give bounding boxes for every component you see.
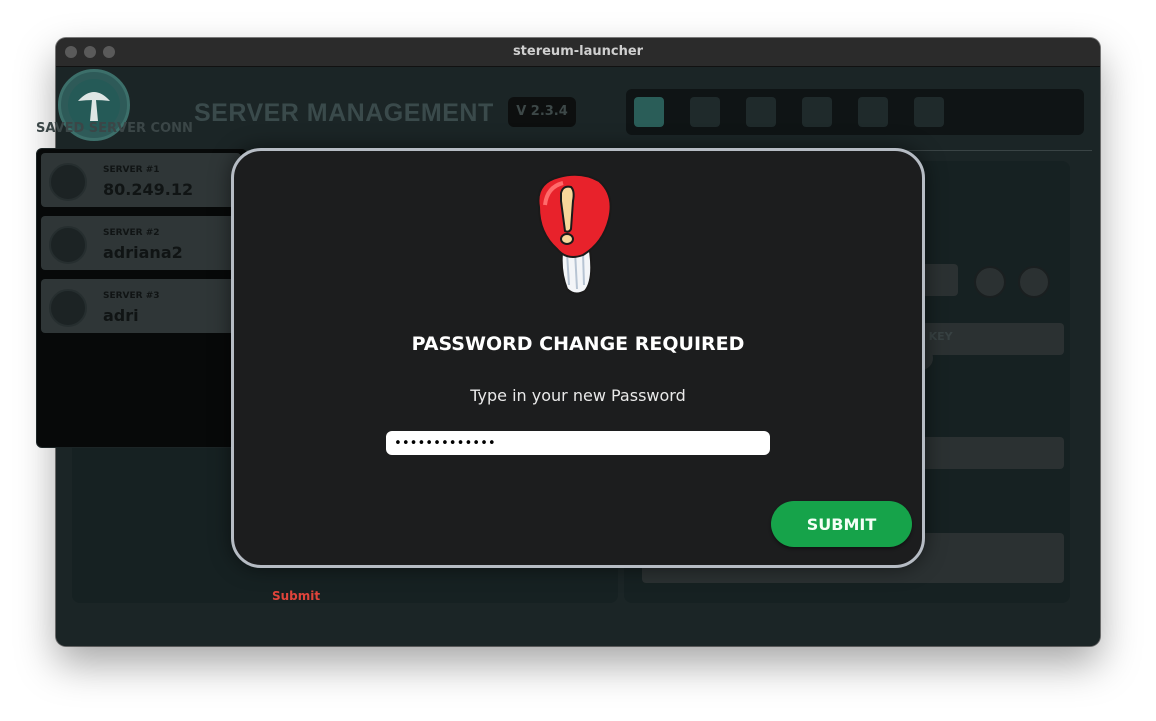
title-bar: stereum-launcher [56, 38, 1100, 67]
server-name: 80.249.12 [103, 180, 194, 199]
add-connection-button[interactable] [1018, 266, 1050, 298]
modal-subtitle: Type in your new Password [470, 386, 686, 405]
server-number: SERVER #3 [103, 291, 160, 301]
new-password-input[interactable] [386, 431, 770, 455]
delete-connection-button[interactable] [974, 266, 1006, 298]
submit-button[interactable]: SUBMIT [771, 501, 912, 547]
folder-nav-icon[interactable] [746, 97, 776, 127]
server-list: SERVER #1 80.249.12 SERVER #2 adriana2 S… [36, 148, 248, 448]
plug-icon [49, 226, 87, 264]
plug-icon [49, 163, 87, 201]
warning-mushroom-icon [529, 173, 617, 299]
gear-nav-icon[interactable] [858, 97, 888, 127]
info-nav-icon[interactable] [690, 97, 720, 127]
edit-nav-icon[interactable] [802, 97, 832, 127]
saved-connections-title: SAVED SERVER CONN [36, 121, 193, 136]
server-list-item[interactable]: SERVER #3 adri [41, 279, 241, 333]
logout-nav-icon[interactable] [914, 97, 944, 127]
window-title: stereum-launcher [512, 44, 644, 59]
server-nav-icon[interactable] [634, 97, 664, 127]
modal-title: PASSWORD CHANGE REQUIRED [411, 333, 745, 355]
top-navbar [626, 89, 1084, 135]
background-submit-link[interactable]: Submit [272, 589, 320, 603]
server-number: SERVER #2 [103, 228, 160, 238]
server-name: adri [103, 306, 139, 325]
page-title: SERVER MANAGEMENT [194, 99, 494, 127]
plug-icon [49, 289, 87, 327]
server-number: SERVER #1 [103, 165, 160, 175]
server-list-item[interactable]: SERVER #1 80.249.12 [41, 153, 241, 207]
version-badge: V 2.3.4 [508, 97, 576, 127]
server-list-item[interactable]: SERVER #2 adriana2 [41, 216, 241, 270]
server-name: adriana2 [103, 243, 183, 262]
